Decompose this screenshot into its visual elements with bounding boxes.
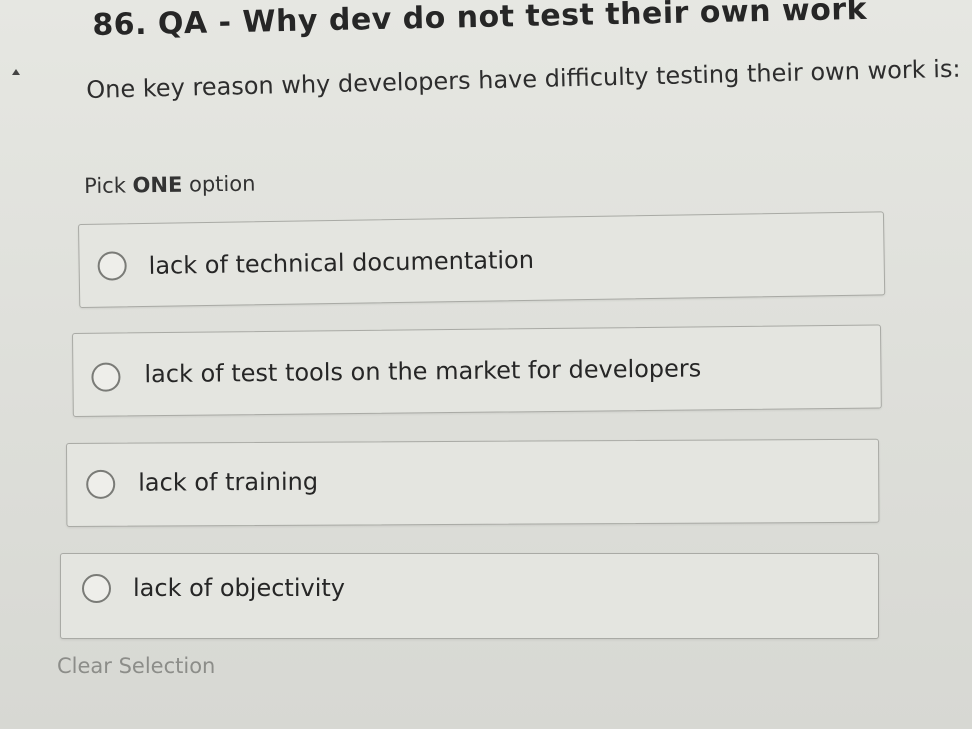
question-title: 86. QA - Why dev do not test their own w…: [92, 0, 868, 43]
question-page: 86. QA - Why dev do not test their own w…: [0, 0, 972, 729]
answer-option-3[interactable]: lack of training: [66, 438, 880, 527]
option-label: lack of training: [138, 467, 319, 497]
radio-button[interactable]: [82, 574, 111, 603]
radio-button[interactable]: [97, 251, 127, 281]
answer-option-2[interactable]: lack of test tools on the market for dev…: [72, 324, 882, 417]
option-label: lack of objectivity: [133, 574, 345, 602]
scroll-up-icon[interactable]: [12, 69, 20, 75]
radio-button[interactable]: [91, 362, 121, 392]
radio-button[interactable]: [86, 469, 116, 499]
answer-option-4[interactable]: lack of objectivity: [60, 553, 879, 639]
option-label: lack of technical documentation: [148, 245, 535, 280]
clear-selection-link[interactable]: Clear Selection: [57, 654, 215, 678]
pick-instruction-prefix: Pick: [84, 173, 133, 198]
pick-instruction: Pick ONE option: [84, 172, 256, 198]
answer-option-1[interactable]: lack of technical documentation: [78, 211, 886, 308]
question-prompt: One key reason why developers have diffi…: [86, 54, 961, 104]
pick-instruction-suffix: option: [182, 171, 256, 197]
option-label: lack of test tools on the market for dev…: [144, 354, 702, 389]
pick-instruction-emphasis: ONE: [132, 172, 183, 198]
